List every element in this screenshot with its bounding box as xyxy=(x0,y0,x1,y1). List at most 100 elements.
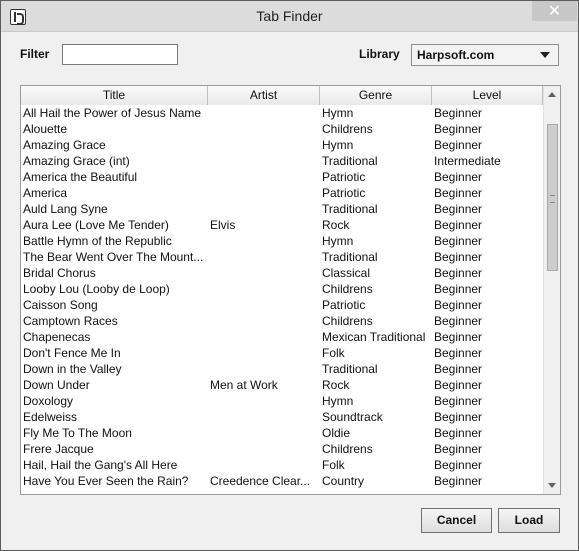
load-button[interactable]: Load xyxy=(498,508,560,533)
cell-artist xyxy=(208,329,320,345)
table-row[interactable]: Edelweiss Soundtrack Beginner xyxy=(21,409,543,425)
cell-level: Beginner xyxy=(434,346,483,360)
column-header-genre[interactable]: Genre xyxy=(320,86,432,105)
cell-level: Beginner xyxy=(434,474,483,488)
table-row[interactable]: Frere Jacque Childrens Beginner xyxy=(21,441,543,457)
cell-title: Bridal Chorus xyxy=(23,266,96,280)
cell-title: America xyxy=(23,186,68,200)
tab-finder-window: Tab Finder ✕ Filter Library Harpsoft.com… xyxy=(0,0,579,551)
filter-label: Filter xyxy=(20,47,50,61)
cell-genre: Folk xyxy=(322,346,345,360)
cell-artist xyxy=(208,233,320,249)
cell-level: Beginner xyxy=(434,106,483,120)
table-row[interactable]: Bridal Chorus Classical Beginner xyxy=(21,265,543,281)
cell-level: Beginner xyxy=(434,442,483,456)
cell-level: Beginner xyxy=(434,170,483,184)
table-row[interactable]: Hail, Hail the Gang's All Here Folk Beginn… xyxy=(21,457,543,473)
filter-input[interactable] xyxy=(62,44,178,65)
table-row[interactable]: The Bear Went Over The Mount... Tradition… xyxy=(21,249,543,265)
cell-artist xyxy=(208,313,320,329)
cell-level: Beginner xyxy=(434,298,483,312)
cell-title: Looby Lou (Looby de Loop) xyxy=(23,282,170,296)
cell-genre: Classical xyxy=(322,266,371,280)
cell-artist xyxy=(208,393,320,409)
table-row[interactable]: Doxology Hymn Beginner xyxy=(21,393,543,409)
library-dropdown[interactable]: Harpsoft.com xyxy=(411,44,559,66)
table-row[interactable]: Down Under Men at Work Rock Beginner xyxy=(21,377,543,393)
close-button[interactable]: ✕ xyxy=(532,1,577,21)
songs-table: Title Artist Genre Level All Hail the Po… xyxy=(20,85,561,495)
column-header-level[interactable]: Level xyxy=(432,86,543,105)
cell-level: Beginner xyxy=(434,458,483,472)
cell-artist xyxy=(208,249,320,265)
column-header-title[interactable]: Title xyxy=(21,86,208,105)
table-row[interactable]: Fly Me To The Moon Oldie Beginner xyxy=(21,425,543,441)
cell-genre: Patriotic xyxy=(322,186,366,200)
cell-title: Fly Me To The Moon xyxy=(23,426,132,440)
cell-artist xyxy=(208,185,320,201)
cell-genre: Oldie xyxy=(322,426,351,440)
table-row[interactable]: Auld Lang Syne Traditional Beginner xyxy=(21,201,543,217)
cell-genre: Patriotic xyxy=(322,298,366,312)
library-selected-value: Harpsoft.com xyxy=(417,48,495,62)
cell-genre: Patriotic xyxy=(322,170,366,184)
table-row[interactable]: Have You Ever Seen the Rain? Creedence Cl… xyxy=(21,473,543,489)
cell-artist xyxy=(208,281,320,297)
cell-artist xyxy=(208,457,320,473)
cell-genre: Hymn xyxy=(322,138,354,152)
title-bar: Tab Finder ✕ xyxy=(1,1,578,32)
cell-title: Have You Ever Seen the Rain? xyxy=(23,474,189,488)
table-row[interactable]: Looby Lou (Looby de Loop) Childrens Beginn… xyxy=(21,281,543,297)
table-row[interactable]: Battle Hymn of the Republic Hymn Beginner xyxy=(21,233,543,249)
cell-genre: Hymn xyxy=(322,106,354,120)
table-row[interactable]: Aura Lee (Love Me Tender) Elvis Rock Beginn… xyxy=(21,217,543,233)
cell-level: Beginner xyxy=(434,218,483,232)
table-row[interactable]: America Patriotic Beginner xyxy=(21,185,543,201)
cell-level: Beginner xyxy=(434,250,483,264)
cell-artist xyxy=(208,345,320,361)
cell-title: Aura Lee (Love Me Tender) xyxy=(23,218,169,232)
cell-genre: Childrens xyxy=(322,442,373,456)
cell-title: Edelweiss xyxy=(23,410,78,424)
table-row[interactable]: Alouette Childrens Beginner xyxy=(21,121,543,137)
table-row[interactable]: Don't Fence Me In Folk Beginner xyxy=(21,345,543,361)
cell-genre: Traditional xyxy=(322,202,378,216)
table-row[interactable]: Amazing Grace Hymn Beginner xyxy=(21,137,543,153)
scroll-thumb[interactable] xyxy=(547,124,558,271)
cell-genre: Childrens xyxy=(322,314,373,328)
scroll-down-arrow-icon[interactable] xyxy=(544,477,560,494)
cell-artist xyxy=(208,265,320,281)
cell-title: Amazing Grace xyxy=(23,138,106,152)
table-row[interactable]: Chapenecas Mexican Traditional Beginner xyxy=(21,329,543,345)
cell-artist: Creedence Clear... xyxy=(210,474,311,488)
table-row[interactable]: Camptown Races Childrens Beginner xyxy=(21,313,543,329)
cell-artist xyxy=(208,409,320,425)
cell-title: Auld Lang Syne xyxy=(23,202,108,216)
cell-genre: Childrens xyxy=(322,282,373,296)
cell-genre: Traditional xyxy=(322,154,378,168)
cell-artist xyxy=(208,105,320,121)
cell-title: Chapenecas xyxy=(23,330,91,344)
cell-genre: Childrens xyxy=(322,122,373,136)
cell-title: All Hail the Power of Jesus Name xyxy=(23,106,202,120)
window-title: Tab Finder xyxy=(256,8,323,24)
cell-level: Beginner xyxy=(434,234,483,248)
scroll-up-arrow-icon[interactable] xyxy=(544,86,560,103)
table-row[interactable]: All Hail the Power of Jesus Name Hymn Begi… xyxy=(21,105,543,121)
cell-genre: Traditional xyxy=(322,250,378,264)
column-header-artist[interactable]: Artist xyxy=(208,86,320,105)
cell-artist xyxy=(208,121,320,137)
table-row[interactable]: Down in the Valley Traditional Beginner xyxy=(21,361,543,377)
cell-level: Beginner xyxy=(434,266,483,280)
cell-artist xyxy=(208,425,320,441)
vertical-scrollbar[interactable] xyxy=(543,86,560,494)
table-row[interactable]: Caisson Song Patriotic Beginner xyxy=(21,297,543,313)
cell-level: Beginner xyxy=(434,138,483,152)
table-row[interactable]: America the Beautiful Patriotic Beginner xyxy=(21,169,543,185)
table-row[interactable]: Amazing Grace (int) Traditional Intermedia… xyxy=(21,153,543,169)
cell-level: Beginner xyxy=(434,394,483,408)
cancel-button[interactable]: Cancel xyxy=(421,508,492,533)
cell-genre: Hymn xyxy=(322,234,354,248)
cell-artist xyxy=(208,153,320,169)
cell-genre: Country xyxy=(322,474,365,488)
